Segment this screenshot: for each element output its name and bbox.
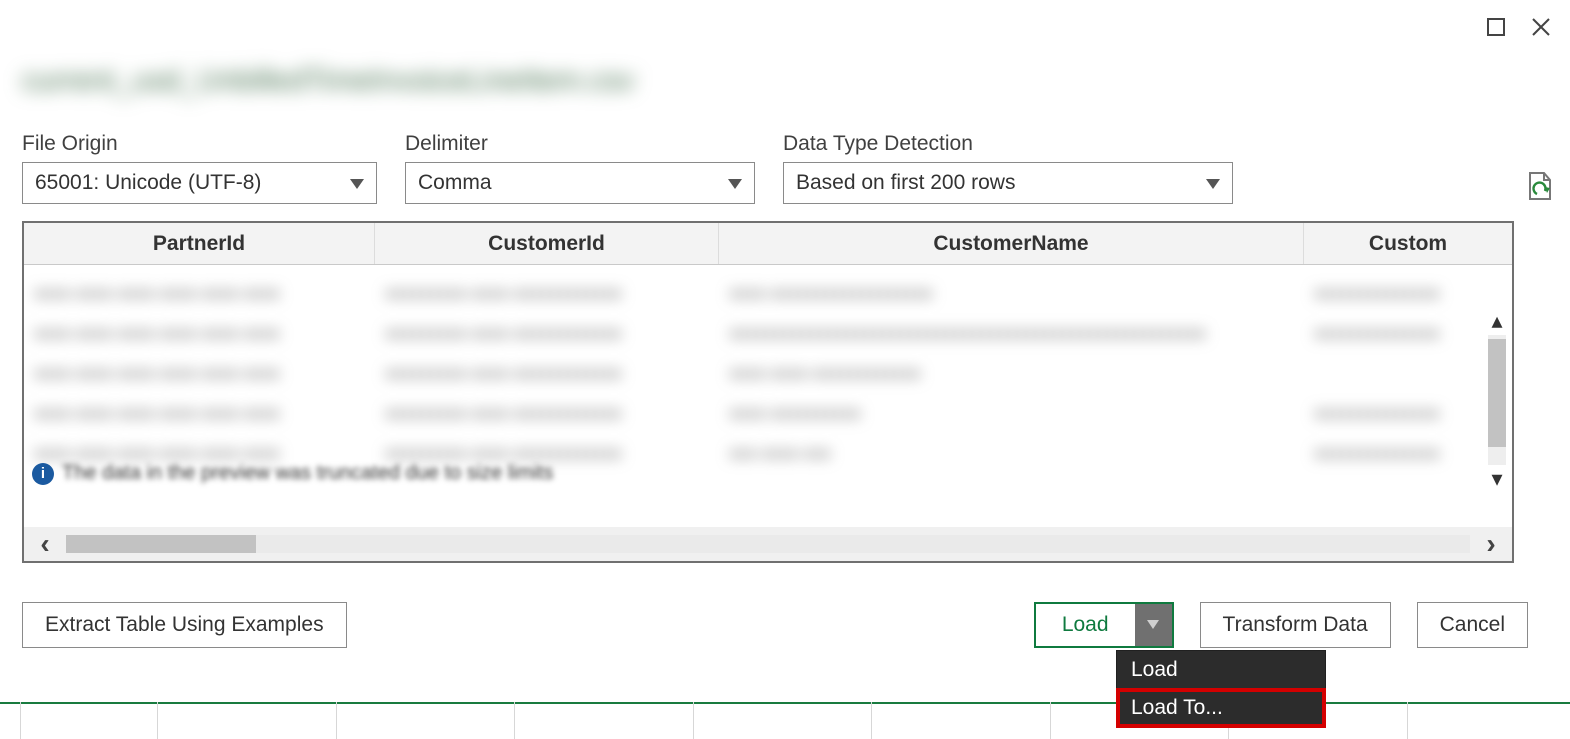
maximize-button[interactable] xyxy=(1486,17,1506,37)
scroll-down-icon[interactable]: ▾ xyxy=(1482,465,1512,493)
scroll-up-icon[interactable]: ▴ xyxy=(1482,307,1512,335)
refresh-icon[interactable] xyxy=(1524,170,1552,202)
delimiter-select[interactable]: Comma xyxy=(405,162,755,204)
extract-table-button[interactable]: Extract Table Using Examples xyxy=(22,602,347,648)
file-title: current_usd_UnbilledTimeInvoiceLineItem.… xyxy=(22,64,635,98)
dtd-select[interactable]: Based on first 200 rows xyxy=(783,162,1233,204)
file-origin-select[interactable]: 65001: Unicode (UTF-8) xyxy=(22,162,377,204)
horizontal-scrollbar[interactable]: ‹ › xyxy=(24,527,1512,561)
transform-data-button[interactable]: Transform Data xyxy=(1200,602,1391,648)
column-customerid[interactable]: CustomerId xyxy=(375,223,719,264)
load-dropdown-button[interactable] xyxy=(1135,604,1172,646)
dtd-value: Based on first 200 rows xyxy=(796,171,1015,195)
vertical-scrollbar[interactable]: ▴ ▾ xyxy=(1482,307,1512,493)
chevron-down-icon xyxy=(1147,616,1159,634)
file-origin-value: 65001: Unicode (UTF-8) xyxy=(35,171,261,195)
dtd-label: Data Type Detection xyxy=(783,132,1233,156)
table-header: PartnerId CustomerId CustomerName Custom xyxy=(24,223,1512,265)
column-customername[interactable]: CustomerName xyxy=(719,223,1304,264)
info-icon: i xyxy=(32,463,54,485)
scroll-left-icon[interactable]: ‹ xyxy=(24,528,66,560)
cancel-button[interactable]: Cancel xyxy=(1417,602,1528,648)
load-button[interactable]: Load xyxy=(1036,604,1135,646)
chevron-down-icon xyxy=(728,171,742,195)
spreadsheet-grid xyxy=(0,702,1570,739)
scroll-right-icon[interactable]: › xyxy=(1470,528,1512,560)
preview-table: PartnerId CustomerId CustomerName Custom… xyxy=(22,221,1514,563)
column-partnerid[interactable]: PartnerId xyxy=(24,223,375,264)
menu-item-load[interactable]: Load xyxy=(1117,651,1325,689)
close-button[interactable] xyxy=(1530,16,1552,38)
column-custom[interactable]: Custom xyxy=(1304,223,1512,264)
file-origin-label: File Origin xyxy=(22,132,377,156)
info-text: The data in the preview was truncated du… xyxy=(62,462,553,485)
chevron-down-icon xyxy=(1206,171,1220,195)
chevron-down-icon xyxy=(350,171,364,195)
table-rows-blurred: xxxx-xxxx-xxxx-xxxx-xxxx-xxxxxxxxxxxxx-x… xyxy=(24,265,1512,481)
menu-item-load-to[interactable]: Load To... xyxy=(1117,689,1325,727)
delimiter-label: Delimiter xyxy=(405,132,755,156)
delimiter-value: Comma xyxy=(418,171,492,195)
load-dropdown-menu: Load Load To... xyxy=(1116,650,1326,728)
